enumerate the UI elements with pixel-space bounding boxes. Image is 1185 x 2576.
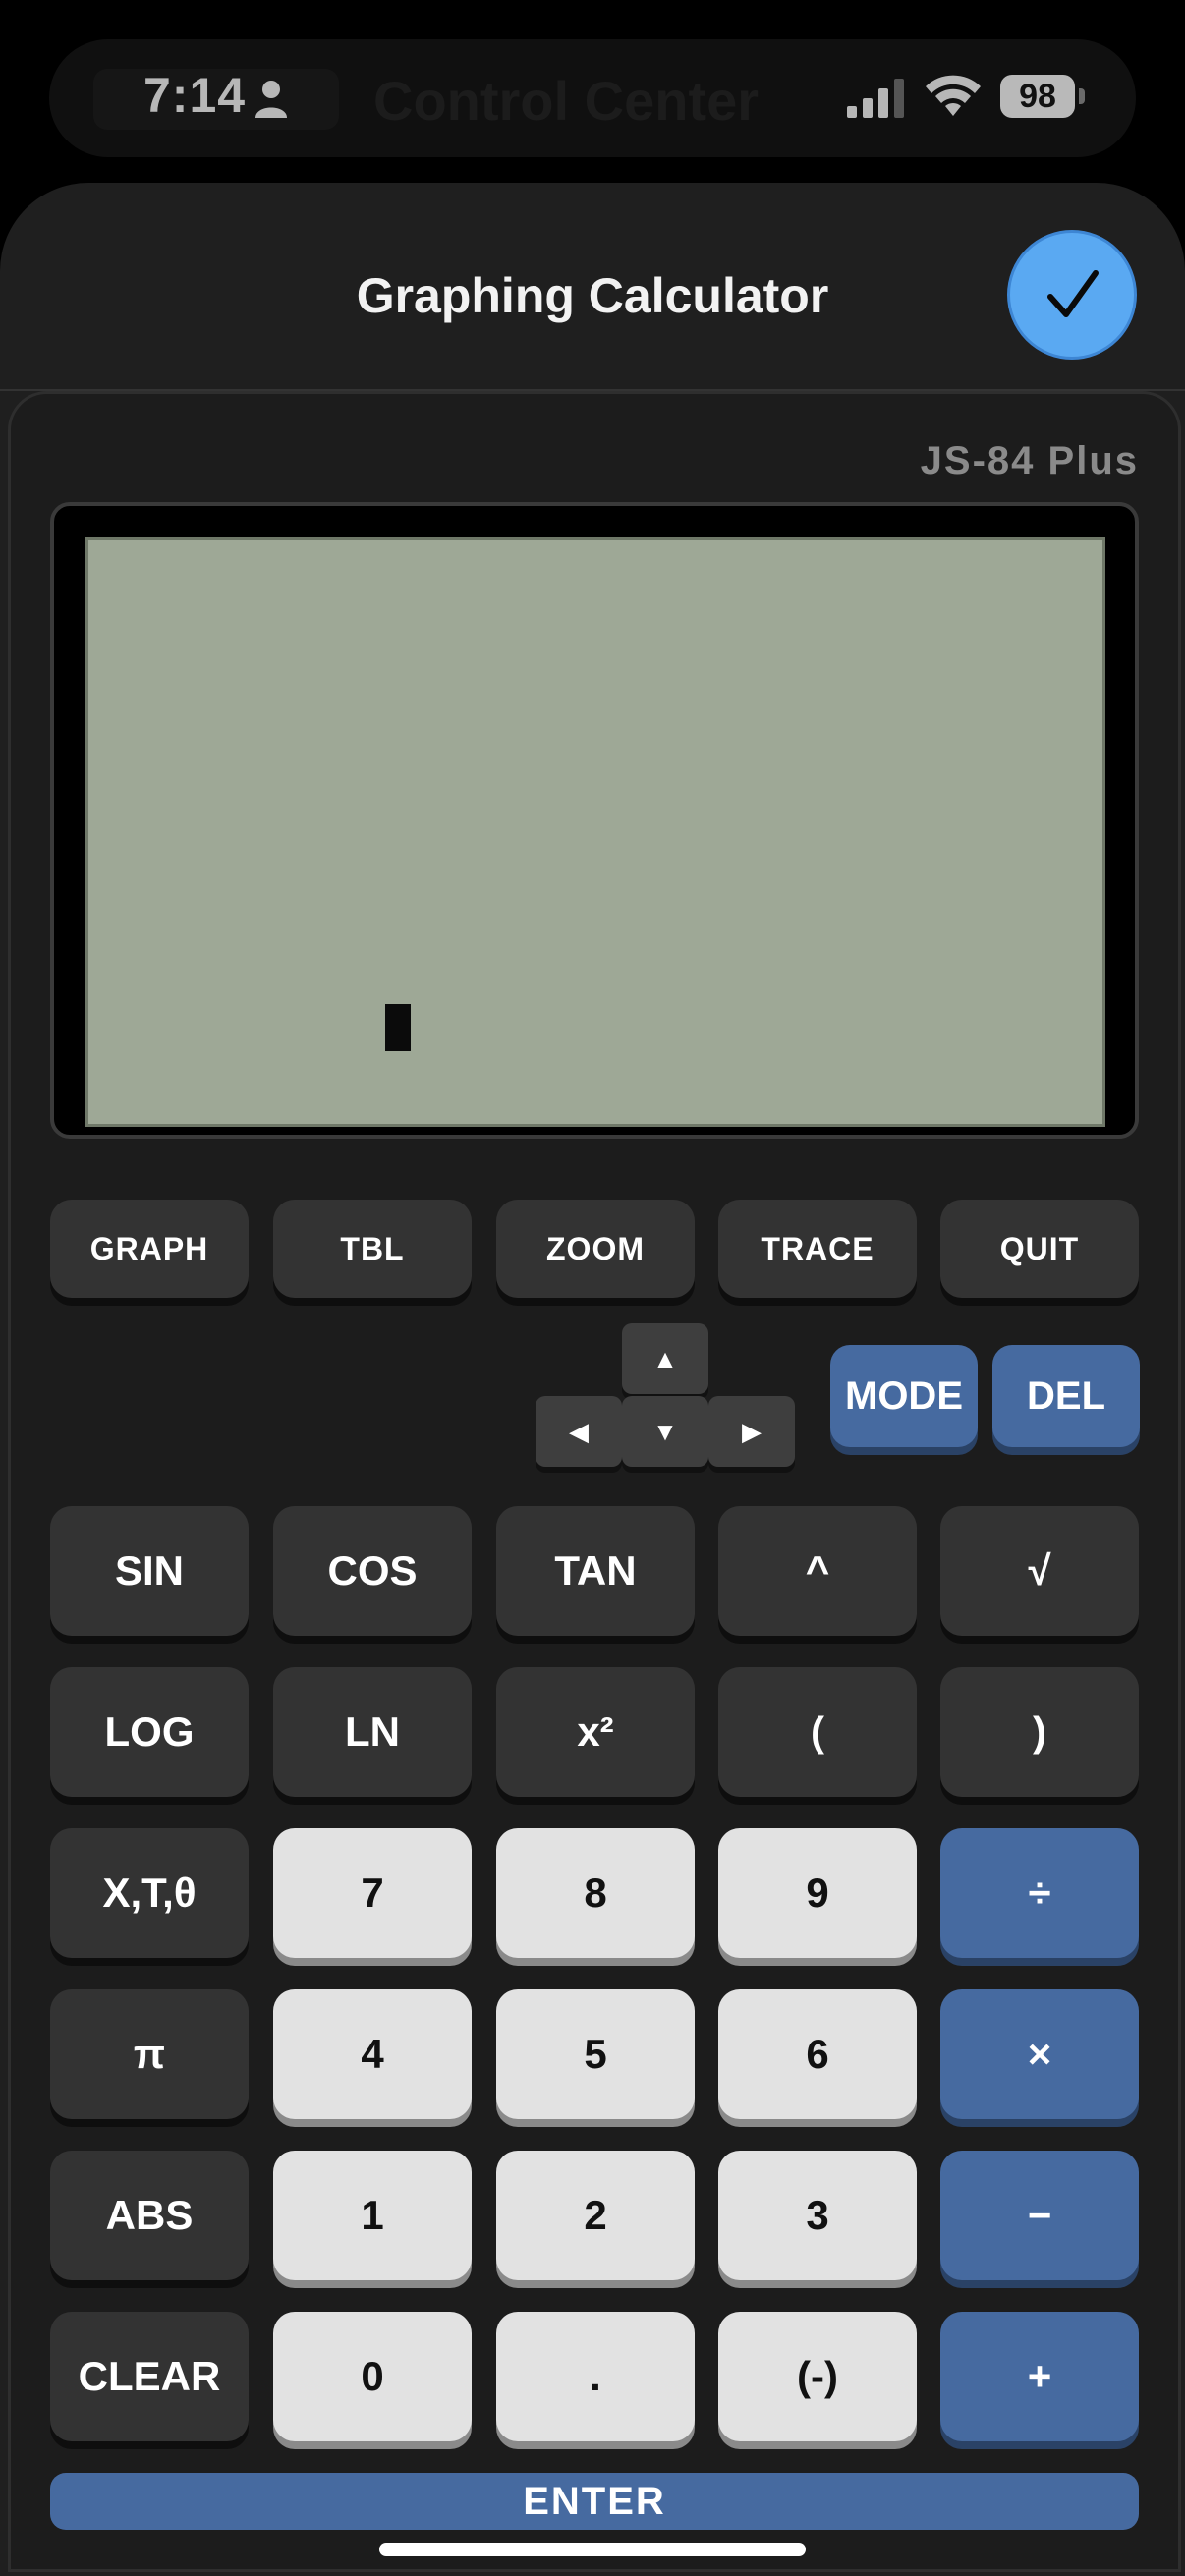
lcd-display[interactable] (85, 537, 1105, 1127)
enter-key[interactable]: ENTER (50, 2473, 1139, 2530)
square-key[interactable]: x² (496, 1667, 695, 1797)
mode-key[interactable]: MODE (830, 1345, 978, 1447)
arrow-left-key[interactable]: ◀ (536, 1396, 622, 1467)
status-bar: 7:14 Control Center 98 (0, 0, 1185, 187)
text-cursor (385, 1004, 411, 1051)
tan-key[interactable]: TAN (496, 1506, 695, 1636)
power-key[interactable]: ^ (718, 1506, 917, 1636)
decimal-key[interactable]: . (496, 2312, 695, 2441)
multiply-key[interactable]: × (940, 1989, 1139, 2119)
digit-4-key[interactable]: 4 (273, 1989, 472, 2119)
abs-key[interactable]: ABS (50, 2151, 249, 2280)
add-key[interactable]: + (940, 2312, 1139, 2441)
tbl-key[interactable]: TBL (273, 1200, 472, 1298)
sqrt-key[interactable]: √ (940, 1506, 1139, 1636)
trace-key[interactable]: TRACE (718, 1200, 917, 1298)
arrow-down-key[interactable]: ▼ (622, 1396, 708, 1467)
battery-level: 98 (1000, 75, 1075, 118)
digit-2-key[interactable]: 2 (496, 2151, 695, 2280)
app-root: 7:14 Control Center 98 Graphing Calculat… (0, 0, 1185, 2576)
negate-key[interactable]: (-) (718, 2312, 917, 2441)
zoom-key[interactable]: ZOOM (496, 1200, 695, 1298)
digit-9-key[interactable]: 9 (718, 1828, 917, 1958)
screen-bezel (50, 502, 1139, 1139)
digit-3-key[interactable]: 3 (718, 2151, 917, 2280)
variable-key[interactable]: X,T,θ (50, 1828, 249, 1958)
calculator-body: JS-84 Plus GRAPH TBL ZOOM TRACE QUIT ▲ ◀… (8, 391, 1181, 2572)
pi-key[interactable]: π (50, 1989, 249, 2119)
digit-1-key[interactable]: 1 (273, 2151, 472, 2280)
status-time: 7:14 (143, 68, 247, 123)
quit-key[interactable]: QUIT (940, 1200, 1139, 1298)
del-key[interactable]: DEL (992, 1345, 1140, 1447)
clear-key[interactable]: CLEAR (50, 2312, 249, 2441)
done-button[interactable] (1007, 230, 1137, 360)
digit-5-key[interactable]: 5 (496, 1989, 695, 2119)
digit-7-key[interactable]: 7 (273, 1828, 472, 1958)
open-paren-key[interactable]: ( (718, 1667, 917, 1797)
ln-key[interactable]: LN (273, 1667, 472, 1797)
digit-8-key[interactable]: 8 (496, 1828, 695, 1958)
wifi-icon (926, 75, 981, 116)
log-key[interactable]: LOG (50, 1667, 249, 1797)
cellular-signal-icon (847, 79, 904, 118)
digit-6-key[interactable]: 6 (718, 1989, 917, 2119)
arrow-up-key[interactable]: ▲ (622, 1323, 708, 1394)
subtract-key[interactable]: − (940, 2151, 1139, 2280)
arrow-right-key[interactable]: ▶ (708, 1396, 795, 1467)
battery-tip (1079, 88, 1085, 104)
graph-key[interactable]: GRAPH (50, 1200, 249, 1298)
cos-key[interactable]: COS (273, 1506, 472, 1636)
digit-0-key[interactable]: 0 (273, 2312, 472, 2441)
close-paren-key[interactable]: ) (940, 1667, 1139, 1797)
control-center-ghost-text: Control Center (373, 70, 759, 132)
divide-key[interactable]: ÷ (940, 1828, 1139, 1958)
home-indicator (379, 2543, 806, 2556)
model-label: JS-84 Plus (920, 439, 1139, 482)
checkmark-icon (1047, 270, 1099, 317)
sin-key[interactable]: SIN (50, 1506, 249, 1636)
person-icon (255, 81, 287, 118)
